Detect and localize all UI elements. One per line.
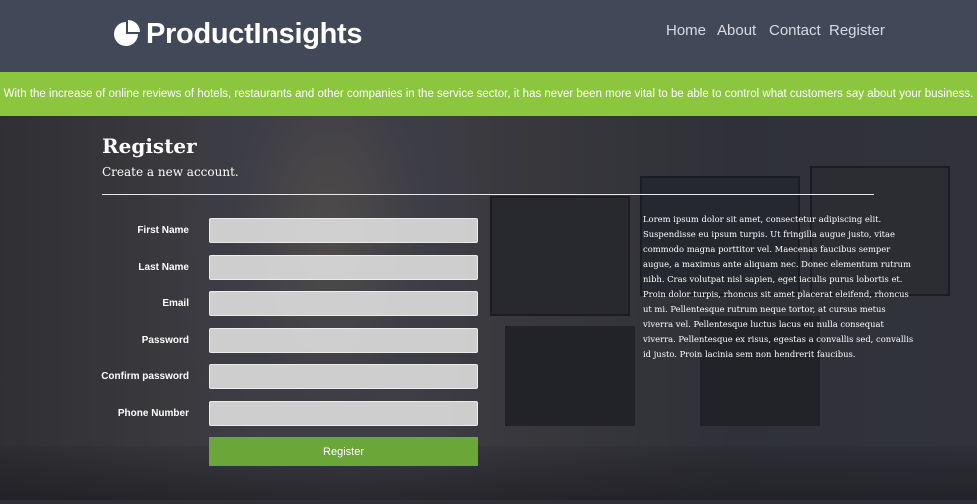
site-header: ProductInsights Home About Contact Regis… [0, 0, 977, 72]
email-field[interactable] [209, 291, 478, 316]
nav-register[interactable]: Register [829, 22, 885, 39]
last-name-field[interactable] [209, 255, 478, 280]
description-text: Lorem ipsum dolor sit amet, consectetur … [643, 214, 914, 359]
nav-about[interactable]: About [717, 22, 756, 39]
last-name-label: Last Name [138, 262, 189, 273]
page-subtitle: Create a new account. [102, 165, 239, 179]
password-field[interactable] [209, 328, 478, 353]
email-label: Email [162, 298, 189, 309]
divider [102, 194, 874, 195]
banner-text: With the increase of online reviews of h… [3, 88, 974, 100]
register-button[interactable]: Register [209, 437, 478, 466]
info-banner: With the increase of online reviews of h… [0, 72, 977, 116]
nav-home[interactable]: Home [666, 22, 706, 39]
footer-strip [0, 500, 977, 504]
confirm-password-label: Confirm password [101, 371, 189, 382]
confirm-password-field[interactable] [209, 364, 478, 389]
first-name-label: First Name [137, 225, 189, 236]
brand-logo[interactable]: ProductInsights [112, 16, 363, 52]
pie-chart-icon [114, 20, 140, 46]
page-title: Register [102, 134, 197, 158]
brand-name: ProductInsights [146, 17, 363, 50]
password-label: Password [141, 335, 189, 346]
phone-number-label: Phone Number [117, 408, 189, 419]
phone-number-field[interactable] [209, 401, 478, 426]
nav-contact[interactable]: Contact [769, 22, 821, 39]
first-name-field[interactable] [209, 218, 478, 243]
